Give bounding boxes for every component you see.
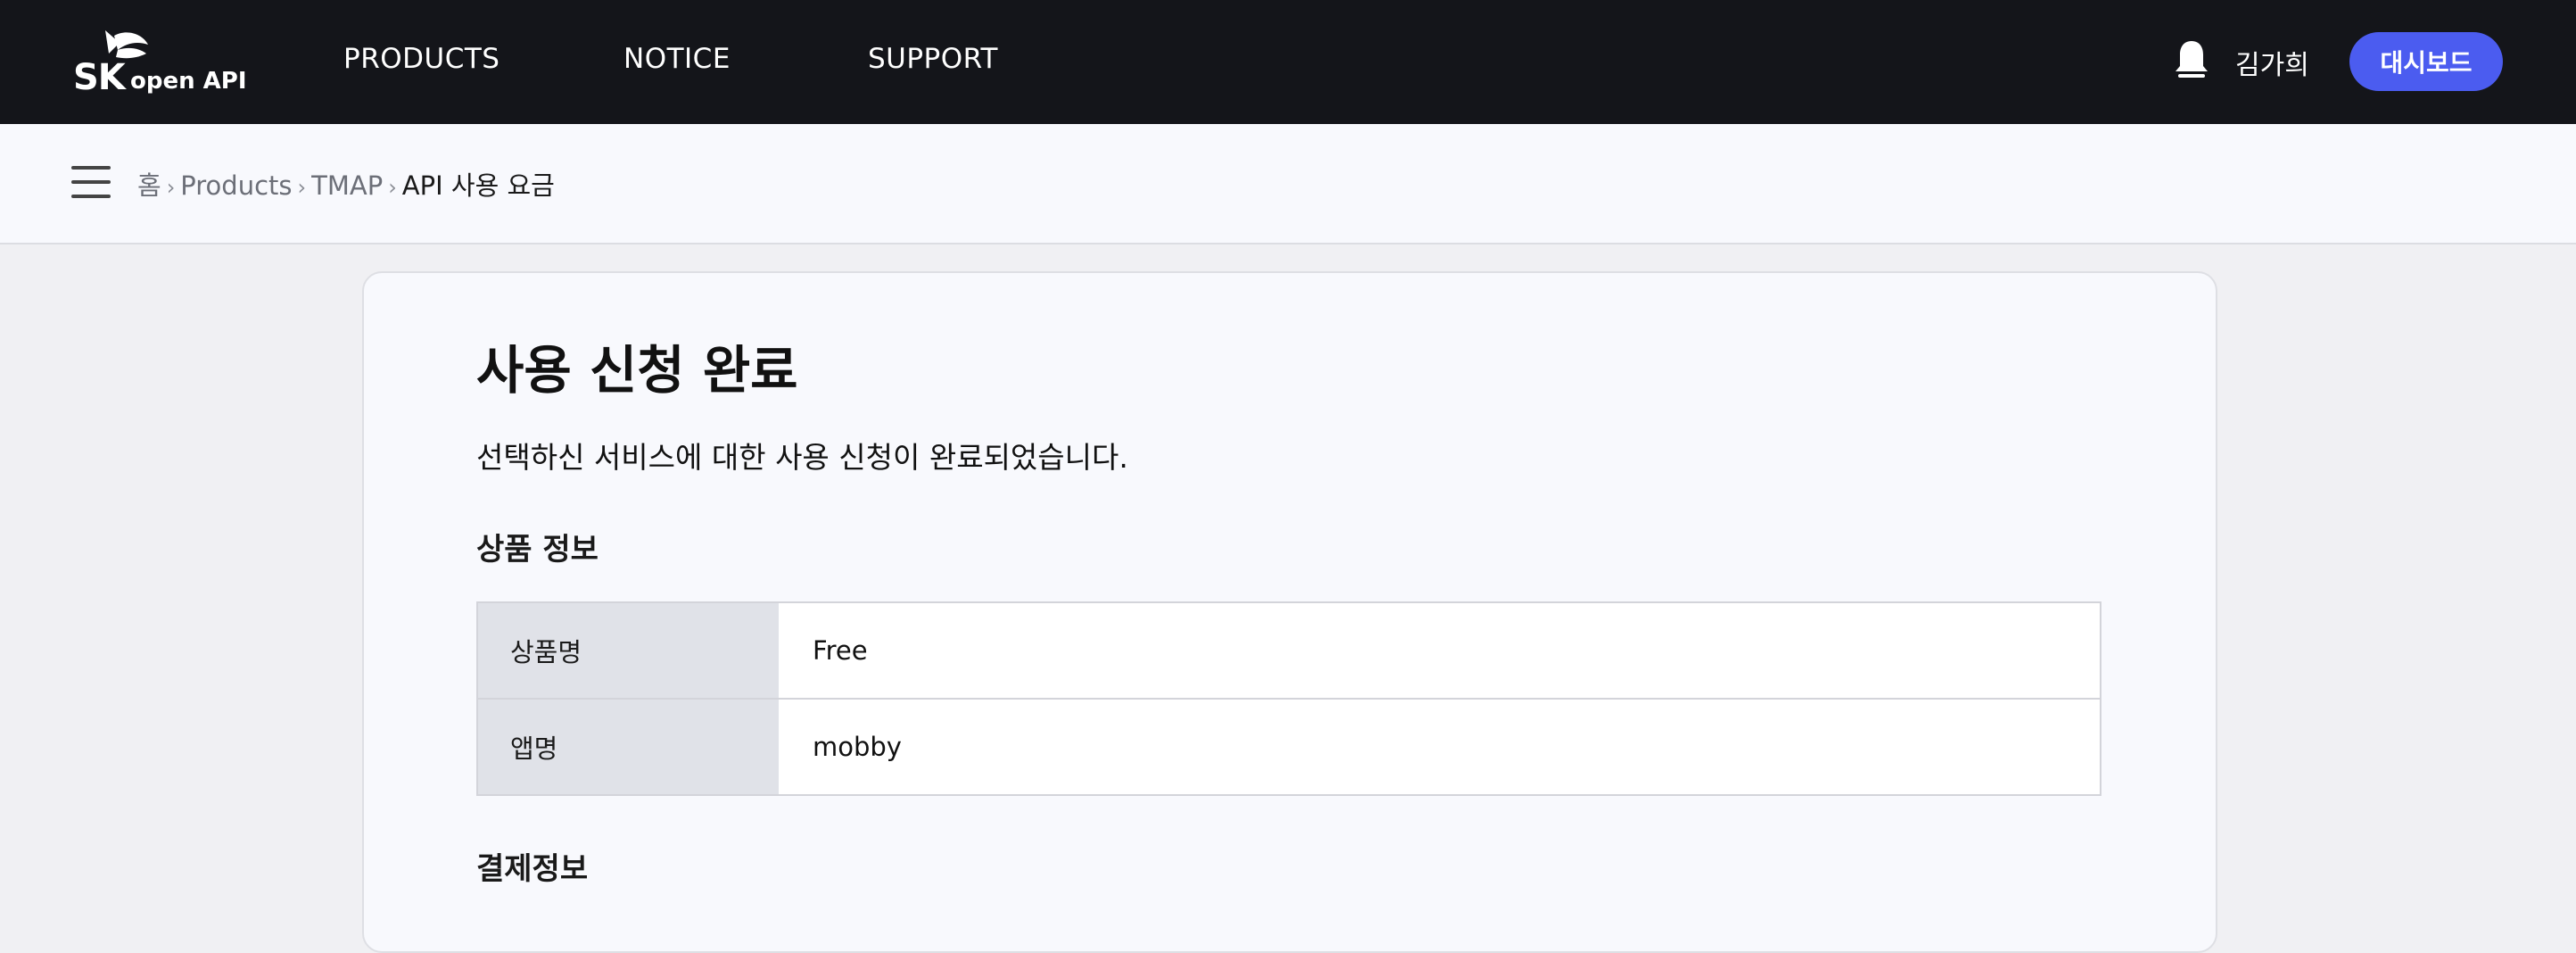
- sk-open-api-logo[interactable]: SK open API: [71, 27, 247, 98]
- nav-products[interactable]: PRODUCTS: [343, 43, 500, 75]
- page-title: 사용 신청 완료: [476, 340, 798, 401]
- product-info-table: 상품명 Free 앱명 mobby: [476, 601, 2101, 796]
- nav-notice[interactable]: NOTICE: [623, 43, 731, 75]
- breadcrumb-home[interactable]: 홈: [137, 170, 161, 201]
- nav-support[interactable]: SUPPORT: [868, 43, 998, 75]
- hamburger-menu-icon[interactable]: [71, 166, 111, 200]
- top-navigation-bar: SK open API PRODUCTS NOTICE SUPPORT 김가희 …: [0, 0, 2576, 124]
- dashboard-button[interactable]: 대시보드: [2349, 32, 2503, 91]
- app-name-value: mobby: [779, 698, 2101, 795]
- breadcrumb-separator: ›: [166, 175, 176, 200]
- product-name-label: 상품명: [477, 602, 779, 699]
- breadcrumb: 홈 › Products › TMAP › API 사용 요금: [137, 165, 555, 203]
- breadcrumb-bar: 홈 › Products › TMAP › API 사용 요금: [0, 124, 2576, 244]
- breadcrumb-separator: ›: [297, 175, 307, 200]
- breadcrumb-products[interactable]: Products: [180, 170, 292, 201]
- logo-text: open API: [130, 68, 247, 95]
- breadcrumb-separator: ›: [388, 175, 397, 200]
- product-name-value: Free: [813, 635, 868, 666]
- application-complete-card: 사용 신청 완료 선택하신 서비스에 대한 사용 신청이 완료되었습니다. 상품…: [362, 271, 2217, 953]
- completion-message: 선택하신 서비스에 대한 사용 신청이 완료되었습니다.: [476, 440, 1128, 475]
- table-row: 앱명 mobby: [477, 698, 2101, 795]
- table-row: 상품명 Free: [477, 602, 2101, 699]
- user-name[interactable]: 김가희: [2235, 43, 2309, 82]
- breadcrumb-current: API 사용 요금: [401, 170, 555, 201]
- product-info-heading: 상품 정보: [476, 532, 599, 568]
- breadcrumb-tmap[interactable]: TMAP: [311, 170, 383, 201]
- bell-icon[interactable]: [2173, 37, 2210, 82]
- payment-info-heading: 결제정보: [476, 851, 589, 887]
- app-name-label: 앱명: [477, 698, 779, 795]
- logo-brand: SK: [73, 57, 126, 98]
